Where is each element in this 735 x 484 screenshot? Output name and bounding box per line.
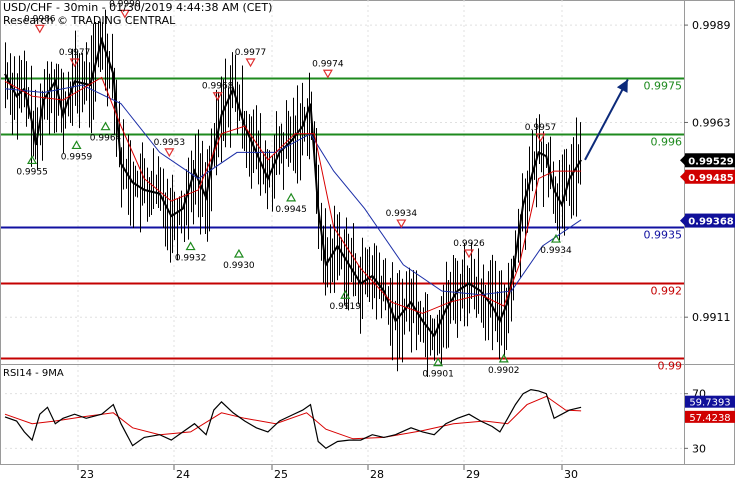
pivot-high-label: 0.9957 — [525, 123, 557, 133]
chart-title: USD/CHF - 30min - 01/30/2019 4:44:38 AM … — [3, 1, 273, 14]
forecast-arrow-line — [584, 79, 629, 161]
pivot-high-label: 0.9977 — [59, 48, 91, 58]
pivot-low-label: 0.9964 — [90, 134, 122, 144]
pivot-low-marker — [233, 248, 244, 258]
pivot-high-label: 0.9934 — [386, 209, 418, 219]
key-level-label: 0.9975 — [644, 80, 683, 93]
pivot-low-label: 0.9932 — [175, 254, 207, 264]
price-chart-svg: 0.99750.9960.99350.9920.99 0.99860.99770… — [0, 0, 735, 481]
pivot-low-label: 0.9934 — [540, 246, 572, 256]
rsi-line — [4, 388, 582, 450]
pivot-low-marker — [286, 192, 297, 202]
pivot-low-label: 0.9959 — [61, 152, 93, 162]
key-level-label: 0.996 — [651, 136, 683, 149]
pivot-high-label: 0.9968 — [202, 82, 234, 92]
pivot-low-marker — [71, 140, 82, 150]
pivot-high-marker — [322, 69, 333, 79]
pivot-low-label: 0.9955 — [16, 167, 48, 177]
rsi-tick-label: 30 — [692, 442, 706, 455]
pivot-low-label: 0.9919 — [330, 302, 362, 312]
x-tick-label: 25 — [274, 468, 288, 480]
chart-root: 0.9975 0.996 0.9935 0.992 0.99 0.9986 0.9977 0… — [0, 0, 735, 481]
price-badge-pointer — [680, 215, 685, 226]
pivot-low-label: 0.9901 — [422, 370, 454, 380]
pivot-high-label: 0.9953 — [154, 138, 186, 148]
pivot-high-marker — [245, 58, 256, 68]
rsi-ma-line — [4, 395, 582, 440]
x-tick-label: 29 — [466, 468, 480, 480]
x-tick-label: 28 — [370, 468, 384, 480]
pivot-low-label: 0.9902 — [488, 366, 520, 376]
price-tick-label: 0.9911 — [692, 311, 731, 324]
price-badge-pointer — [680, 171, 685, 182]
key-level-label: 0.99 — [658, 360, 683, 373]
pivot-low-marker — [100, 121, 111, 131]
pivot-high-marker — [396, 219, 407, 229]
price-bars-layer — [4, 9, 582, 378]
price-badge-label: 0.99485 — [688, 173, 734, 184]
pivot-high-marker — [164, 148, 175, 158]
axis-layer: 23 24 25 28 29 30 0.9989 0.9963 0.9911 0.99529 0.9… — [77, 19, 735, 481]
price-badge-pointer — [680, 155, 685, 166]
key-level-label: 0.9935 — [644, 229, 683, 242]
x-tick-label: 24 — [176, 468, 190, 480]
key-level-label: 0.992 — [651, 285, 683, 298]
price-badge-label: 0.99529 — [688, 156, 734, 167]
price-badge-label: 0.99368 — [688, 217, 734, 228]
price-tick-label: 0.9989 — [692, 19, 731, 32]
rsi-badge-label: 57.4238 — [689, 413, 730, 424]
rsi-title: RSI14 - 9MA — [3, 368, 64, 379]
x-tick-label: 30 — [564, 468, 578, 480]
pivot-high-label: 0.9977 — [235, 48, 267, 58]
pivot-low-label: 0.9930 — [223, 261, 255, 271]
price-tick-label: 0.9963 — [692, 116, 731, 129]
chart-source: Research © TRADING CENTRAL — [3, 14, 176, 27]
pivot-low-marker — [185, 241, 196, 251]
x-tick-label: 23 — [80, 468, 94, 480]
pivot-low-marker — [27, 155, 38, 165]
pivot-high-label: 0.9926 — [453, 239, 485, 249]
pivot-high-label: 0.9974 — [312, 59, 344, 69]
rsi-badge-label: 59.7393 — [689, 398, 730, 409]
rsi-panel-layer: 703059.739357.4238 — [4, 388, 735, 455]
pivot-low-label: 0.9945 — [275, 205, 307, 215]
pivot-high-marker — [212, 92, 223, 101]
